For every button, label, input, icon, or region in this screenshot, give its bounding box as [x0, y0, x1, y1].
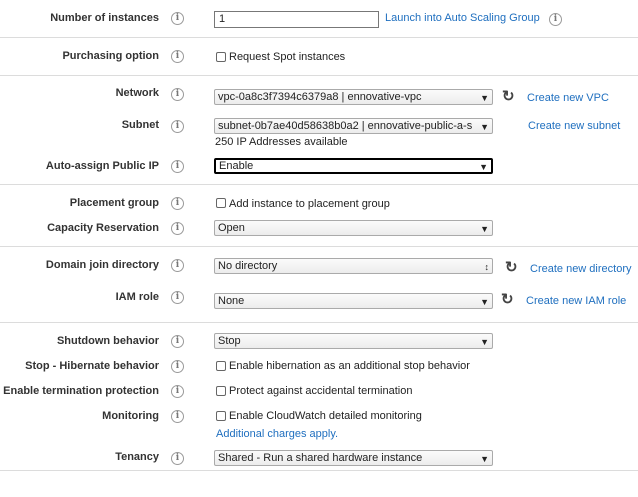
- auto-assign-ip-label: Auto-assign Public IP: [45, 160, 159, 172]
- dropdown-arrow-icon: ↕: [484, 262, 490, 272]
- info-icon[interactable]: i: [171, 88, 184, 101]
- tenancy-select[interactable]: Shared - Run a shared hardware instance …: [214, 450, 493, 466]
- additional-charges-link[interactable]: Additional charges apply.: [216, 428, 338, 440]
- divider: [0, 470, 638, 471]
- subnet-label: Subnet: [121, 119, 159, 131]
- info-icon[interactable]: i: [171, 259, 184, 272]
- network-label: Network: [115, 87, 159, 99]
- dropdown-arrow-icon: ▼: [480, 224, 489, 234]
- divider: [0, 246, 638, 247]
- hibernate-checkbox-label: Enable hibernation as an additional stop…: [229, 360, 470, 372]
- capacity-reservation-select[interactable]: Open ▼: [214, 220, 493, 236]
- info-icon[interactable]: i: [171, 197, 184, 210]
- network-select[interactable]: vpc-0a8c3f7394c6379a8 | ennovative-vpc ▼: [214, 89, 493, 105]
- info-icon[interactable]: i: [171, 160, 184, 173]
- dropdown-arrow-icon: ▼: [480, 297, 489, 307]
- monitoring-label: Monitoring: [102, 410, 159, 422]
- request-spot-checkbox[interactable]: [216, 52, 226, 62]
- refresh-icon[interactable]: ↻: [501, 292, 515, 307]
- domain-join-select[interactable]: No directory ↕: [214, 258, 493, 274]
- auto-assign-ip-select[interactable]: Enable ▼: [214, 158, 493, 174]
- dropdown-arrow-icon: ▼: [480, 454, 489, 464]
- iam-role-value: None: [218, 295, 245, 307]
- info-icon[interactable]: i: [171, 120, 184, 133]
- tenancy-label: Tenancy: [115, 451, 159, 463]
- divider: [0, 37, 638, 38]
- termination-protection-checkbox[interactable]: [216, 386, 226, 396]
- create-new-subnet-link[interactable]: Create new subnet: [528, 120, 620, 132]
- divider: [0, 75, 638, 76]
- info-icon[interactable]: i: [171, 385, 184, 398]
- info-icon[interactable]: i: [171, 452, 184, 465]
- info-icon[interactable]: i: [171, 12, 184, 25]
- shutdown-behavior-select[interactable]: Stop ▼: [214, 333, 493, 349]
- number-of-instances-input[interactable]: 1: [214, 11, 379, 28]
- shutdown-behavior-label: Shutdown behavior: [56, 335, 159, 347]
- dropdown-arrow-icon: ▼: [480, 93, 489, 103]
- cloudwatch-monitoring-checkbox-label: Enable CloudWatch detailed monitoring: [229, 410, 422, 422]
- network-value: vpc-0a8c3f7394c6379a8 | ennovative-vpc: [218, 91, 422, 103]
- info-icon[interactable]: i: [549, 13, 562, 26]
- dropdown-arrow-icon: ▼: [480, 122, 489, 132]
- iam-role-label: IAM role: [115, 291, 159, 303]
- divider: [0, 322, 638, 323]
- domain-join-value: No directory: [218, 260, 278, 272]
- info-icon[interactable]: i: [171, 335, 184, 348]
- tenancy-value: Shared - Run a shared hardware instance: [218, 452, 423, 464]
- ip-addresses-available: 250 IP Addresses available: [215, 136, 348, 148]
- dropdown-arrow-icon: ▼: [479, 162, 488, 172]
- refresh-icon[interactable]: ↻: [502, 89, 516, 104]
- subnet-select[interactable]: subnet-0b7ae40d58638b0a2 | ennovative-pu…: [214, 118, 493, 134]
- placement-group-label: Placement group: [69, 197, 159, 209]
- purchasing-option-label: Purchasing option: [62, 50, 159, 62]
- capacity-reservation-label: Capacity Reservation: [47, 222, 159, 234]
- termination-protection-label: Enable termination protection: [3, 385, 159, 397]
- number-of-instances-label: Number of instances: [50, 12, 159, 24]
- info-icon[interactable]: i: [171, 360, 184, 373]
- info-icon[interactable]: i: [171, 50, 184, 63]
- launch-auto-scaling-link[interactable]: Launch into Auto Scaling Group: [385, 12, 540, 24]
- refresh-icon[interactable]: ↻: [505, 260, 519, 275]
- request-spot-label: Request Spot instances: [229, 51, 346, 63]
- domain-join-label: Domain join directory: [45, 259, 159, 271]
- placement-group-checkbox-label: Add instance to placement group: [229, 198, 390, 210]
- auto-assign-ip-value: Enable: [219, 160, 254, 172]
- cloudwatch-monitoring-checkbox[interactable]: [216, 411, 226, 421]
- divider: [0, 184, 638, 185]
- capacity-reservation-value: Open: [218, 222, 245, 234]
- info-icon[interactable]: i: [171, 410, 184, 423]
- termination-protection-checkbox-label: Protect against accidental termination: [229, 385, 413, 397]
- dropdown-arrow-icon: ▼: [480, 337, 489, 347]
- shutdown-behavior-value: Stop: [218, 335, 241, 347]
- info-icon[interactable]: i: [171, 291, 184, 304]
- subnet-value: subnet-0b7ae40d58638b0a2 | ennovative-pu…: [218, 120, 473, 132]
- create-new-vpc-link[interactable]: Create new VPC: [527, 92, 609, 104]
- create-new-directory-link[interactable]: Create new directory: [530, 263, 632, 275]
- stop-hibernate-label: Stop - Hibernate behavior: [25, 360, 159, 372]
- create-new-iam-role-link[interactable]: Create new IAM role: [526, 295, 626, 307]
- info-icon[interactable]: i: [171, 222, 184, 235]
- iam-role-select[interactable]: None ▼: [214, 293, 493, 309]
- placement-group-checkbox[interactable]: [216, 198, 226, 208]
- hibernate-checkbox[interactable]: [216, 361, 226, 371]
